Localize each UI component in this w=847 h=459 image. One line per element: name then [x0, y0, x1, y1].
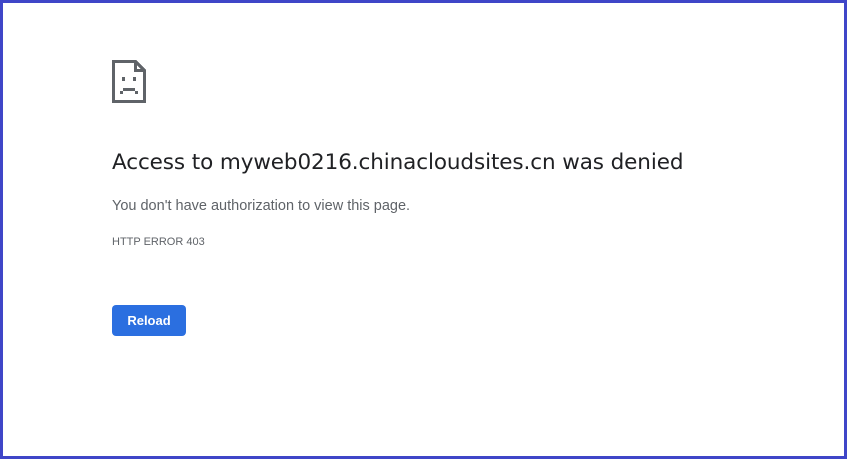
error-message: You don't have authorization to view thi… [112, 198, 411, 214]
error-code: HTTP ERROR 403 [112, 236, 205, 248]
reload-button[interactable]: Reload [112, 305, 186, 336]
error-title: Access to myweb0216.chinacloudsites.cn w… [112, 150, 684, 175]
browser-error-page: Access to myweb0216.chinacloudsites.cn w… [0, 0, 847, 459]
sad-page-icon [112, 60, 146, 103]
